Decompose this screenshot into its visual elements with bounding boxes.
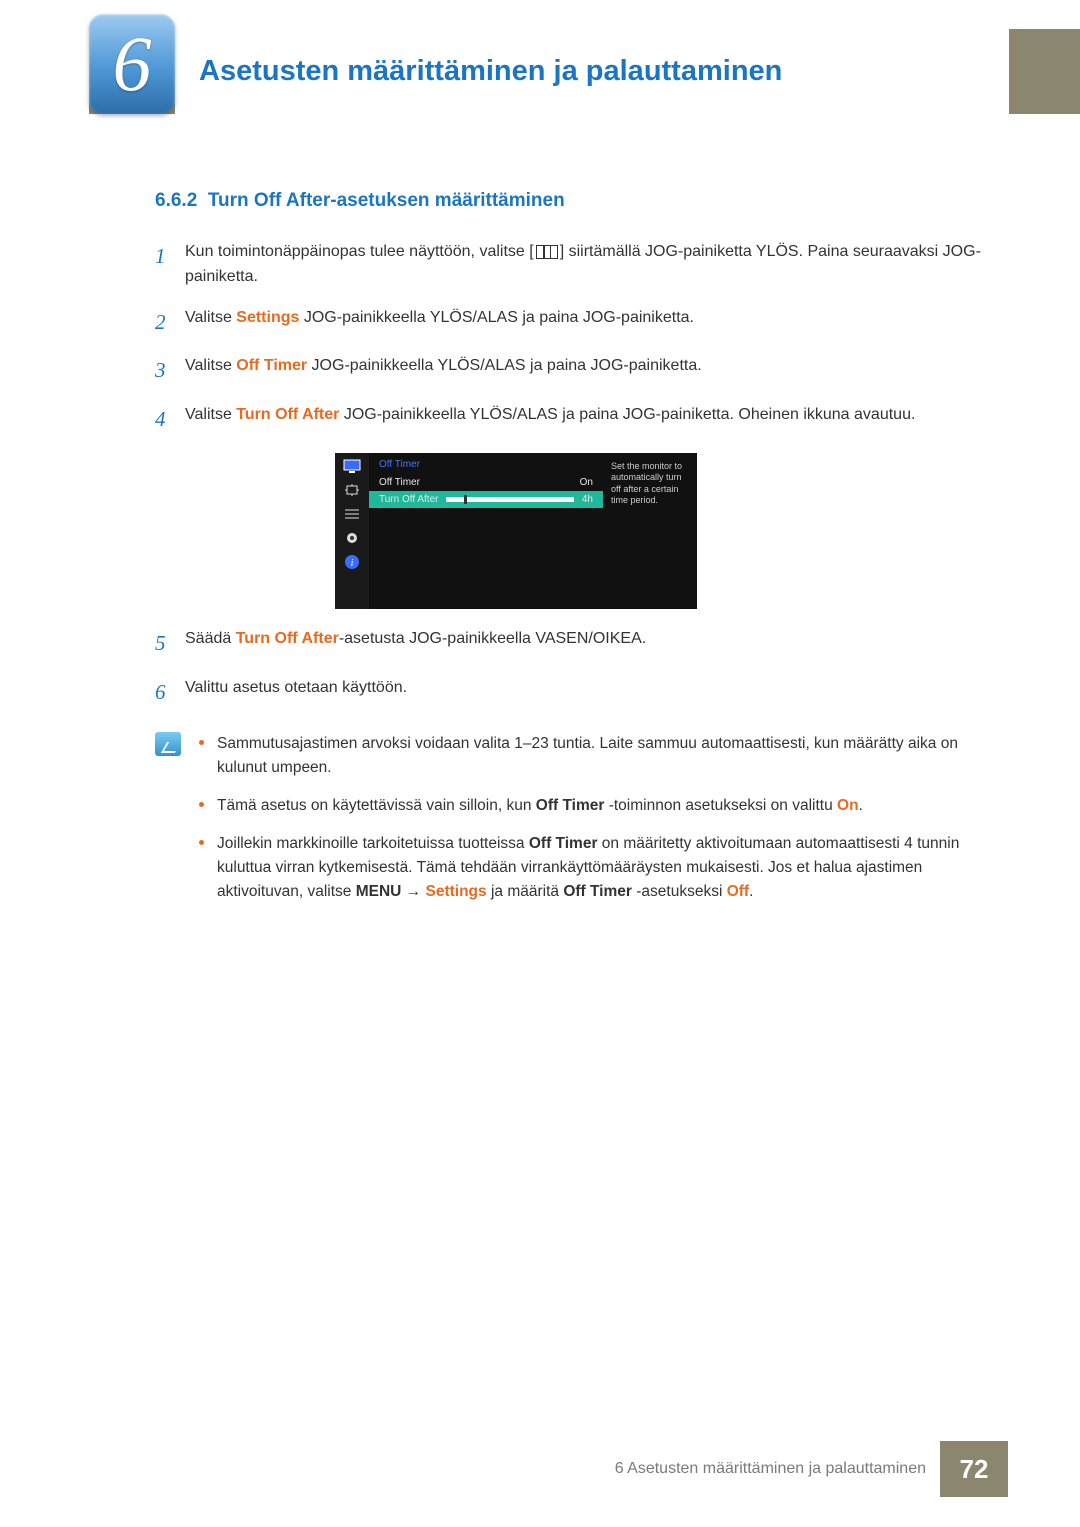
step-2: 2 Valitse Settings JOG-painikkeella YLÖS… [155, 306, 990, 339]
step-text: Valitse Off Timer JOG-painikkeella YLÖS/… [185, 354, 702, 387]
chapter-number: 6 [113, 19, 152, 109]
step-text: Valitse Settings JOG-painikkeella YLÖS/A… [185, 306, 694, 339]
osd-slider [446, 497, 573, 502]
step-text: Valitse Turn Off After JOG-painikkeella … [185, 403, 915, 436]
step-5: 5 Säädä Turn Off After-asetusta JOG-pain… [155, 627, 990, 660]
osd-main-panel: Off Timer Off Timer On Turn Off After 4h [369, 453, 603, 609]
osd-help-panel: Set the monitor to automatically turn of… [603, 453, 697, 609]
chapter-number-badge: 6 [89, 14, 175, 114]
page-content: 6.6.2 Turn Off After-asetuksen määrittäm… [155, 190, 990, 918]
step-4: 4 Valitse Turn Off After JOG-painikkeell… [155, 403, 990, 436]
monitor-icon [343, 459, 361, 473]
step-number: 4 [155, 403, 185, 436]
menu-icon [536, 245, 558, 259]
footer-text: 6 Asetusten määrittäminen ja palauttamin… [615, 1460, 926, 1478]
step-number: 5 [155, 627, 185, 660]
step-1: 1 Kun toimintonäppäinopas tulee näyttöön… [155, 240, 990, 290]
osd-panel-title: Off Timer [369, 453, 603, 474]
chapter-title: Asetusten määrittäminen ja palauttaminen [199, 55, 782, 88]
step-list-2: 5 Säädä Turn Off After-asetusta JOG-pain… [155, 627, 990, 708]
step-text: Säädä Turn Off After-asetusta JOG-painik… [185, 627, 646, 660]
list-icon [343, 507, 361, 521]
info-icon: i [343, 555, 361, 569]
note-item: Sammutusajastimen arvoksi voidaan valita… [199, 732, 990, 780]
osd-row-off-timer: Off Timer On [369, 474, 603, 491]
chapter-title-box: Asetusten määrittäminen ja palauttaminen [175, 29, 1009, 114]
step-number: 2 [155, 306, 185, 339]
resize-icon [343, 483, 361, 497]
osd-sidebar: i [335, 453, 369, 609]
step-number: 3 [155, 354, 185, 387]
note-list: Sammutusajastimen arvoksi voidaan valita… [199, 732, 990, 918]
section-title: Turn Off After-asetuksen määrittäminen [208, 190, 565, 211]
note-item: Joillekin markkinoille tarkoitetuissa tu… [199, 832, 990, 904]
step-text: Valittu asetus otetaan käyttöön. [185, 676, 407, 709]
osd-slider-knob [464, 495, 467, 504]
step-3: 3 Valitse Off Timer JOG-painikkeella YLÖ… [155, 354, 990, 387]
page-footer: 6 Asetusten määrittäminen ja palauttamin… [0, 1441, 1080, 1497]
osd-row-turn-off-after: Turn Off After 4h [369, 491, 603, 508]
page-number: 72 [940, 1441, 1008, 1497]
section-number: 6.6.2 [155, 190, 197, 211]
step-number: 6 [155, 676, 185, 709]
note-item: Tämä asetus on käytettävissä vain silloi… [199, 794, 990, 818]
note-block: Sammutusajastimen arvoksi voidaan valita… [155, 732, 990, 918]
step-list: 1 Kun toimintonäppäinopas tulee näyttöön… [155, 240, 990, 435]
osd-screenshot: i Off Timer Off Timer On Turn Off After … [335, 453, 697, 609]
step-text: Kun toimintonäppäinopas tulee näyttöön, … [185, 240, 990, 290]
svg-text:i: i [350, 557, 353, 569]
step-number: 1 [155, 240, 185, 290]
step-6: 6 Valittu asetus otetaan käyttöön. [155, 676, 990, 709]
section-heading: 6.6.2 Turn Off After-asetuksen määrittäm… [155, 190, 990, 212]
note-icon [155, 732, 181, 756]
arrow-icon: → [401, 883, 425, 900]
gear-icon [343, 531, 361, 545]
